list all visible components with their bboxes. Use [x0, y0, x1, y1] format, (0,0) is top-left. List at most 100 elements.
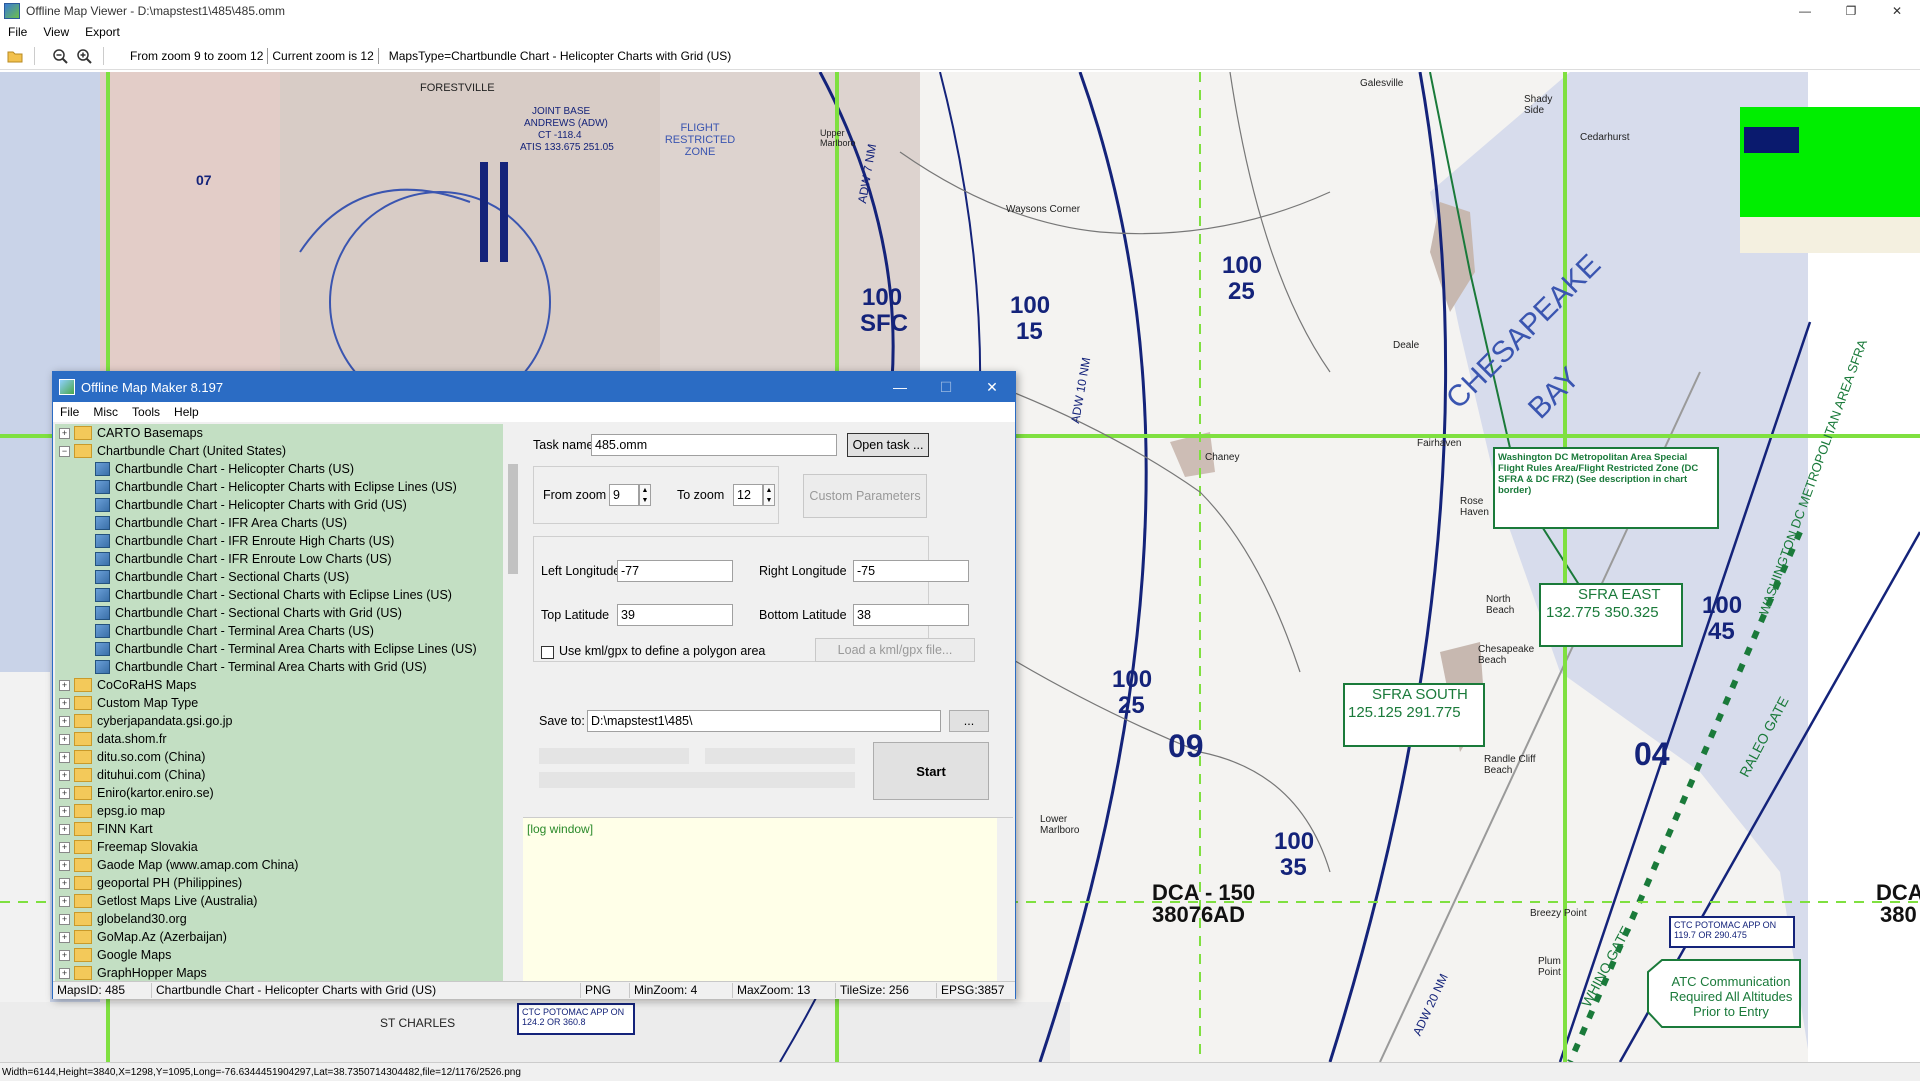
dialog-maximize-button[interactable]: ☐ — [923, 372, 969, 402]
expand-icon[interactable]: + — [59, 877, 70, 889]
browse-button[interactable]: ... — [949, 710, 989, 732]
dialog-title-bar[interactable]: Offline Map Maker 8.197 — ☐ ✕ — [53, 372, 1015, 402]
map-label-sfra-south-freq: 125.125 291.775 — [1348, 704, 1461, 721]
tree-folder-item[interactable]: + CoCoRaHS Maps — [55, 676, 503, 694]
open-task-button[interactable]: Open task ... — [847, 433, 929, 457]
custom-parameters-button[interactable]: Custom Parameters — [803, 474, 927, 518]
folder-icon — [74, 426, 92, 440]
expand-icon[interactable]: + — [59, 913, 70, 925]
close-button[interactable]: ✕ — [1874, 0, 1920, 22]
tree-map-item[interactable]: Chartbundle Chart - Helicopter Charts (U… — [55, 460, 503, 478]
expand-icon[interactable]: + — [59, 841, 70, 853]
tree-folder-item[interactable]: + dituhui.com (China) — [55, 766, 503, 784]
tree-folder-item[interactable]: + Google Maps — [55, 946, 503, 964]
tree-map-item[interactable]: Chartbundle Chart - Terminal Area Charts… — [55, 658, 503, 676]
bottom-latitude-input[interactable]: 38 — [853, 604, 969, 626]
dialog-menu-help[interactable]: Help — [167, 405, 206, 419]
map-label-chaney: Chaney — [1205, 452, 1240, 463]
log-window[interactable]: [log window] — [523, 817, 1013, 982]
tree-map-item[interactable]: Chartbundle Chart - IFR Enroute High Cha… — [55, 532, 503, 550]
tree-folder-item[interactable]: + data.shom.fr — [55, 730, 503, 748]
dialog-minimize-button[interactable]: — — [877, 372, 923, 402]
from-zoom-spinner[interactable]: ▲ ▼ — [639, 484, 651, 506]
task-name-input[interactable]: 485.omm — [591, 434, 837, 456]
right-longitude-input[interactable]: -75 — [853, 560, 969, 582]
zoom-in-icon[interactable] — [75, 47, 93, 65]
map-label-upper-marlboro: Upper Marlboro — [820, 128, 856, 148]
expand-icon[interactable]: + — [59, 751, 70, 763]
expand-icon[interactable]: + — [59, 769, 70, 781]
top-latitude-input[interactable]: 39 — [617, 604, 733, 626]
log-scrollbar[interactable] — [997, 818, 1013, 982]
tree-scrollbar-thumb[interactable] — [508, 464, 518, 574]
folder-icon — [74, 822, 92, 836]
tree-scrollbar[interactable] — [505, 424, 521, 981]
tree-map-item[interactable]: Chartbundle Chart - Terminal Area Charts… — [55, 640, 503, 658]
tree-folder-item[interactable]: + CARTO Basemaps — [55, 424, 503, 442]
minimize-button[interactable]: — — [1782, 0, 1828, 22]
expand-icon[interactable]: + — [59, 679, 70, 691]
map-label-chesapeake-beach: Chesapeake Beach — [1478, 644, 1535, 666]
expand-icon[interactable]: + — [59, 859, 70, 871]
expand-icon[interactable]: + — [59, 427, 70, 439]
expand-icon[interactable]: + — [59, 931, 70, 943]
to-zoom-input[interactable]: 12 — [733, 484, 763, 506]
tree-map-item[interactable]: Chartbundle Chart - Helicopter Charts wi… — [55, 478, 503, 496]
map-type-tree[interactable]: + CARTO Basemaps − Chartbundle Chart (Unite… — [55, 424, 503, 981]
tree-folder-item[interactable]: + Eniro(kartor.eniro.se) — [55, 784, 503, 802]
left-longitude-input[interactable]: -77 — [617, 560, 733, 582]
menu-export[interactable]: Export — [77, 25, 128, 39]
folder-icon — [74, 948, 92, 962]
expand-icon[interactable]: + — [59, 697, 70, 709]
expand-icon[interactable]: + — [59, 823, 70, 835]
tree-folder-item[interactable]: + Gaode Map (www.amap.com China) — [55, 856, 503, 874]
dialog-menu-file[interactable]: File — [53, 405, 86, 419]
expand-icon[interactable]: + — [59, 895, 70, 907]
tree-map-item[interactable]: Chartbundle Chart - Sectional Charts wit… — [55, 604, 503, 622]
tree-map-item[interactable]: Chartbundle Chart - Terminal Area Charts… — [55, 622, 503, 640]
dialog-close-button[interactable]: ✕ — [969, 372, 1015, 402]
tree-folder-item[interactable]: + geoportal PH (Philippines) — [55, 874, 503, 892]
expand-icon[interactable]: + — [59, 787, 70, 799]
menu-file[interactable]: File — [0, 25, 35, 39]
menu-view[interactable]: View — [35, 25, 77, 39]
expand-icon[interactable]: + — [59, 715, 70, 727]
from-zoom-input[interactable]: 9 — [609, 484, 639, 506]
tree-map-item[interactable]: Chartbundle Chart - Helicopter Charts wi… — [55, 496, 503, 514]
expand-icon[interactable]: + — [59, 949, 70, 961]
load-kml-button[interactable]: Load a kml/gpx file... — [815, 638, 975, 662]
tree-folder-item[interactable]: + FINN Kart — [55, 820, 503, 838]
tree-map-item[interactable]: Chartbundle Chart - Sectional Charts wit… — [55, 586, 503, 604]
to-zoom-spinner[interactable]: ▲ ▼ — [763, 484, 775, 506]
tree-folder-item[interactable]: + cyberjapandata.gsi.go.jp — [55, 712, 503, 730]
map-icon — [95, 642, 110, 656]
maximize-button[interactable]: ❐ — [1828, 0, 1874, 22]
expand-icon[interactable]: + — [59, 805, 70, 817]
tree-folder-item[interactable]: + Freemap Slovakia — [55, 838, 503, 856]
use-kml-checkbox[interactable] — [541, 646, 554, 659]
tree-item-label: Chartbundle Chart - Terminal Area Charts… — [115, 624, 374, 638]
start-button[interactable]: Start — [873, 742, 989, 800]
save-to-input[interactable]: D:\mapstest1\485\ — [587, 710, 941, 732]
dialog-menu-misc[interactable]: Misc — [86, 405, 125, 419]
tree-map-item[interactable]: Chartbundle Chart - IFR Area Charts (US) — [55, 514, 503, 532]
toolbar-separator — [103, 47, 104, 65]
tree-map-item[interactable]: Chartbundle Chart - IFR Enroute Low Char… — [55, 550, 503, 568]
expand-icon[interactable]: + — [59, 967, 70, 979]
zoom-out-icon[interactable] — [51, 47, 69, 65]
tree-folder-item[interactable]: + GraphHopper Maps — [55, 964, 503, 981]
top-latitude-label: Top Latitude — [541, 608, 610, 622]
expand-icon[interactable]: + — [59, 733, 70, 745]
tree-folder-item[interactable]: + Getlost Maps Live (Australia) — [55, 892, 503, 910]
collapse-icon[interactable]: − — [59, 445, 70, 457]
tree-folder-item[interactable]: + GoMap.Az (Azerbaijan) — [55, 928, 503, 946]
tree-folder-item[interactable]: + Custom Map Type — [55, 694, 503, 712]
tree-folder-item[interactable]: − Chartbundle Chart (United States) — [55, 442, 503, 460]
tree-folder-item[interactable]: + epsg.io map — [55, 802, 503, 820]
tree-folder-item[interactable]: + globeland30.org — [55, 910, 503, 928]
map-icon — [95, 516, 110, 530]
dialog-menu-tools[interactable]: Tools — [125, 405, 167, 419]
tree-folder-item[interactable]: + ditu.so.com (China) — [55, 748, 503, 766]
open-folder-icon[interactable] — [6, 47, 24, 65]
tree-map-item[interactable]: Chartbundle Chart - Sectional Charts (US… — [55, 568, 503, 586]
